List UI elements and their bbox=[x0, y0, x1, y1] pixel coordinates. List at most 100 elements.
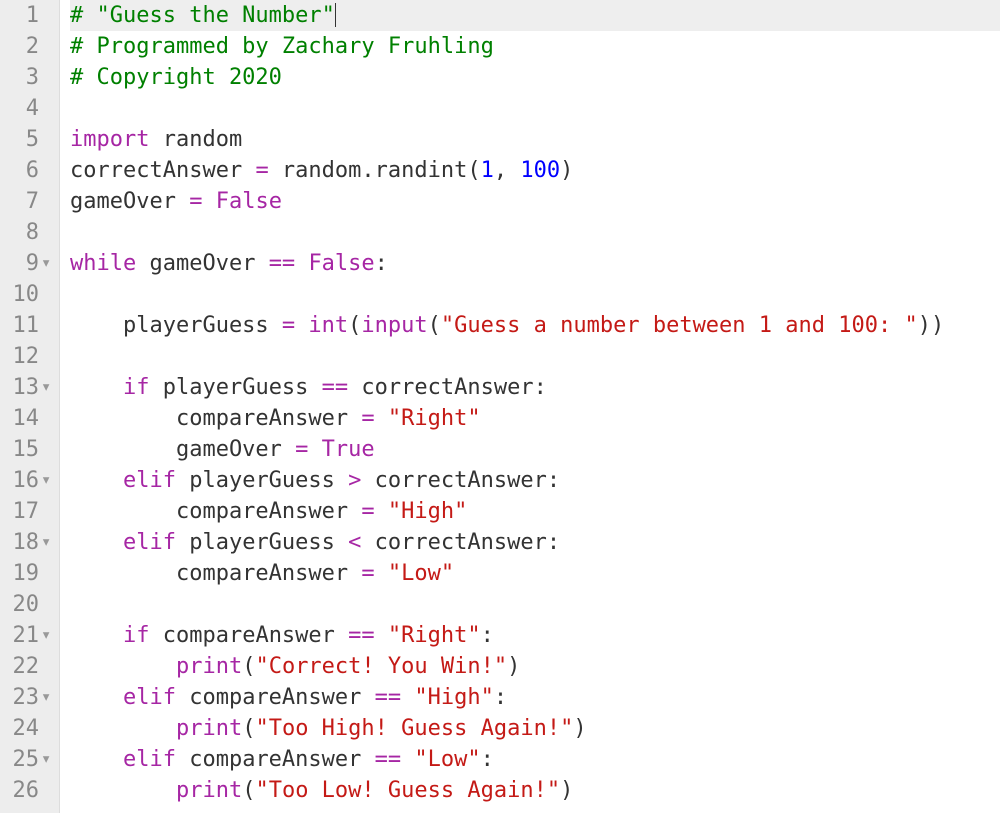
line-number[interactable]: 8 bbox=[0, 217, 51, 248]
line-number[interactable]: 14 bbox=[0, 403, 51, 434]
line-number[interactable]: 9▾ bbox=[0, 248, 51, 279]
code-token: playerGuess bbox=[70, 313, 282, 338]
code-line[interactable]: print("Too High! Guess Again!") bbox=[70, 713, 1000, 744]
line-number[interactable]: 17 bbox=[0, 496, 51, 527]
code-token: ( bbox=[242, 778, 255, 803]
fold-toggle-icon[interactable]: ▾ bbox=[41, 620, 51, 651]
code-line[interactable]: compareAnswer = "High" bbox=[70, 496, 1000, 527]
line-number[interactable]: 7 bbox=[0, 186, 51, 217]
code-line[interactable]: correctAnswer = random.randint(1, 100) bbox=[70, 155, 1000, 186]
line-number[interactable]: 24 bbox=[0, 713, 51, 744]
line-number-gutter[interactable]: 123456789▾10111213▾141516▾1718▾192021▾22… bbox=[0, 0, 60, 813]
line-number[interactable]: 6 bbox=[0, 155, 51, 186]
code-token bbox=[375, 623, 388, 648]
line-number[interactable]: 26 bbox=[0, 775, 51, 806]
code-token: : bbox=[481, 747, 494, 772]
code-line[interactable]: playerGuess = int(input("Guess a number … bbox=[70, 310, 1000, 341]
code-token: = bbox=[189, 189, 202, 214]
line-number[interactable]: 16▾ bbox=[0, 465, 51, 496]
code-token: "Right" bbox=[388, 406, 481, 431]
code-token bbox=[70, 623, 123, 648]
code-line[interactable]: gameOver = False bbox=[70, 186, 1000, 217]
code-token: = bbox=[361, 499, 374, 524]
code-token bbox=[308, 437, 321, 462]
code-token: playerGuess bbox=[149, 375, 321, 400]
fold-toggle-icon[interactable]: ▾ bbox=[41, 682, 51, 713]
code-line[interactable]: compareAnswer = "Right" bbox=[70, 403, 1000, 434]
line-number[interactable]: 15 bbox=[0, 434, 51, 465]
fold-toggle-icon[interactable]: ▾ bbox=[41, 744, 51, 775]
code-token: True bbox=[322, 437, 375, 462]
code-token bbox=[70, 375, 123, 400]
line-number[interactable]: 22 bbox=[0, 651, 51, 682]
code-token: = bbox=[295, 437, 308, 462]
code-line[interactable]: # "Guess the Number" bbox=[70, 0, 1000, 31]
code-token bbox=[295, 251, 308, 276]
code-line[interactable]: if compareAnswer == "Right": bbox=[70, 620, 1000, 651]
code-token: == bbox=[269, 251, 296, 276]
code-token: correctAnswer: bbox=[361, 468, 560, 493]
code-line[interactable]: # Copyright 2020 bbox=[70, 62, 1000, 93]
code-token: "Right" bbox=[388, 623, 481, 648]
code-token: compareAnswer bbox=[70, 561, 361, 586]
code-token: correctAnswer: bbox=[348, 375, 547, 400]
line-number[interactable]: 23▾ bbox=[0, 682, 51, 713]
code-line[interactable]: elif compareAnswer == "High": bbox=[70, 682, 1000, 713]
code-token: ( bbox=[242, 716, 255, 741]
code-token: > bbox=[348, 468, 361, 493]
code-line[interactable]: import random bbox=[70, 124, 1000, 155]
code-token: ) bbox=[560, 778, 573, 803]
code-token: print bbox=[176, 654, 242, 679]
code-line[interactable]: print("Too Low! Guess Again!") bbox=[70, 775, 1000, 806]
fold-toggle-icon[interactable]: ▾ bbox=[41, 465, 51, 496]
line-number[interactable]: 20 bbox=[0, 589, 51, 620]
fold-toggle-icon[interactable]: ▾ bbox=[41, 248, 51, 279]
code-token: elif bbox=[123, 530, 176, 555]
line-number[interactable]: 19 bbox=[0, 558, 51, 589]
code-line[interactable]: print("Correct! You Win!") bbox=[70, 651, 1000, 682]
code-token: 1 bbox=[481, 158, 494, 183]
code-line[interactable] bbox=[70, 93, 1000, 124]
code-token: ) bbox=[573, 716, 586, 741]
code-token: ) bbox=[560, 158, 573, 183]
line-number[interactable]: 1 bbox=[0, 0, 51, 31]
code-line[interactable]: elif playerGuess > correctAnswer: bbox=[70, 465, 1000, 496]
line-number[interactable]: 12 bbox=[0, 341, 51, 372]
code-token: gameOver bbox=[70, 189, 189, 214]
code-token: print bbox=[176, 778, 242, 803]
code-line[interactable]: elif compareAnswer == "Low": bbox=[70, 744, 1000, 775]
code-token: False bbox=[216, 189, 282, 214]
line-number[interactable]: 13▾ bbox=[0, 372, 51, 403]
code-token: random.randint bbox=[269, 158, 468, 183]
code-token: compareAnswer bbox=[176, 747, 375, 772]
code-line[interactable] bbox=[70, 341, 1000, 372]
line-number[interactable]: 5 bbox=[0, 124, 51, 155]
line-number[interactable]: 4 bbox=[0, 93, 51, 124]
line-number[interactable]: 11 bbox=[0, 310, 51, 341]
line-number[interactable]: 25▾ bbox=[0, 744, 51, 775]
line-number[interactable]: 3 bbox=[0, 62, 51, 93]
line-number[interactable]: 10 bbox=[0, 279, 51, 310]
code-area[interactable]: # "Guess the Number" # Programmed by Zac… bbox=[60, 0, 1000, 813]
code-line[interactable]: while gameOver == False: bbox=[70, 248, 1000, 279]
code-line[interactable]: elif playerGuess < correctAnswer: bbox=[70, 527, 1000, 558]
code-line[interactable] bbox=[70, 279, 1000, 310]
code-line[interactable]: if playerGuess == correctAnswer: bbox=[70, 372, 1000, 403]
code-line[interactable] bbox=[70, 589, 1000, 620]
line-number[interactable]: 18▾ bbox=[0, 527, 51, 558]
line-number[interactable]: 21▾ bbox=[0, 620, 51, 651]
fold-toggle-icon[interactable]: ▾ bbox=[41, 527, 51, 558]
code-token: # Programmed by Zachary Fruhling bbox=[70, 34, 494, 59]
code-line[interactable]: # Programmed by Zachary Fruhling bbox=[70, 31, 1000, 62]
code-line[interactable]: compareAnswer = "Low" bbox=[70, 558, 1000, 589]
fold-toggle-icon[interactable]: ▾ bbox=[41, 372, 51, 403]
code-token: # Copyright 2020 bbox=[70, 65, 282, 90]
code-line[interactable]: gameOver = True bbox=[70, 434, 1000, 465]
code-token: playerGuess bbox=[176, 530, 348, 555]
code-token: "Too Low! Guess Again!" bbox=[255, 778, 560, 803]
code-line[interactable] bbox=[70, 217, 1000, 248]
code-token: correctAnswer: bbox=[361, 530, 560, 555]
code-token: : bbox=[494, 685, 507, 710]
code-token bbox=[375, 406, 388, 431]
line-number[interactable]: 2 bbox=[0, 31, 51, 62]
